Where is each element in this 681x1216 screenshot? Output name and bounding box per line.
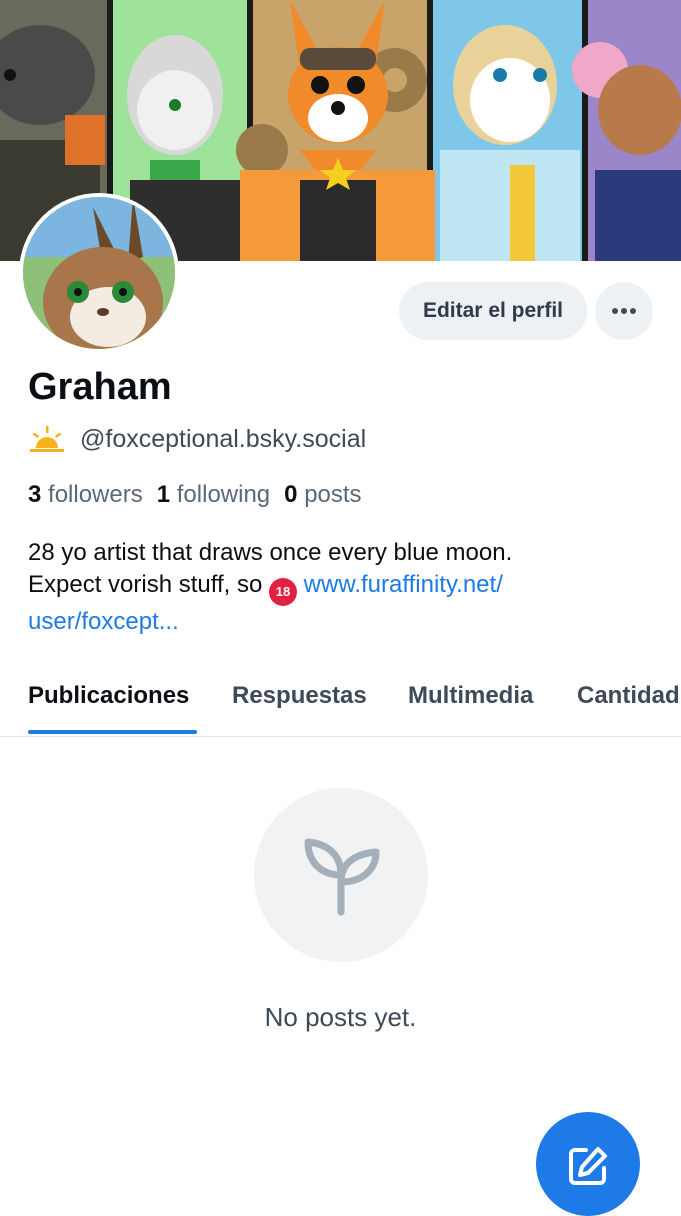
more-options-button[interactable]: [595, 282, 653, 340]
bio-line-2: Expect vorish stuff, so: [28, 571, 263, 598]
compose-post-button[interactable]: [536, 1112, 640, 1216]
profile-stats: 3 followers 1 following 0 posts: [28, 481, 362, 509]
bio-link[interactable]: www.furaffinity.net/: [304, 571, 503, 598]
tab-cantidad[interactable]: Cantidad: [577, 682, 680, 710]
following-stat[interactable]: 1 following: [157, 481, 270, 509]
avatar[interactable]: [19, 193, 179, 353]
edit-profile-button[interactable]: Editar el perfil: [399, 282, 587, 340]
empty-state-illustration: [254, 788, 428, 962]
tab-multimedia[interactable]: Multimedia: [408, 682, 533, 710]
posts-stat: 0 posts: [284, 481, 361, 509]
followers-label: followers: [48, 481, 143, 508]
handle-row: @foxceptional.bsky.social: [28, 424, 366, 454]
display-name: Graham: [28, 366, 172, 408]
bio-line-1: 28 yo artist that draws once every blue …: [28, 539, 513, 566]
tab-respuestas[interactable]: Respuestas: [232, 682, 367, 710]
posts-count: 0: [284, 481, 298, 508]
avatar-image: [23, 197, 175, 349]
profile-tabs: Publicaciones Respuestas Multimedia Cant…: [0, 660, 681, 737]
following-label: following: [176, 481, 271, 508]
followers-stat[interactable]: 3 followers: [28, 481, 143, 509]
profile-bio: 28 yo artist that draws once every blue …: [28, 537, 668, 638]
empty-state-text: No posts yet.: [264, 1002, 417, 1032]
age-18-badge-icon: 18: [269, 578, 297, 606]
tab-publicaciones[interactable]: Publicaciones: [28, 682, 189, 710]
followers-count: 3: [28, 481, 42, 508]
bio-link-continued[interactable]: user/foxcept...: [28, 606, 668, 638]
posts-label: posts: [304, 481, 362, 508]
active-tab-indicator: [28, 730, 197, 734]
sprout-icon: [304, 838, 380, 916]
following-count: 1: [156, 481, 171, 508]
more-horizontal-icon: [612, 308, 636, 314]
compose-icon: [569, 1147, 607, 1185]
handle[interactable]: @foxceptional.bsky.social: [80, 425, 366, 454]
sunrise-icon: [30, 426, 64, 452]
